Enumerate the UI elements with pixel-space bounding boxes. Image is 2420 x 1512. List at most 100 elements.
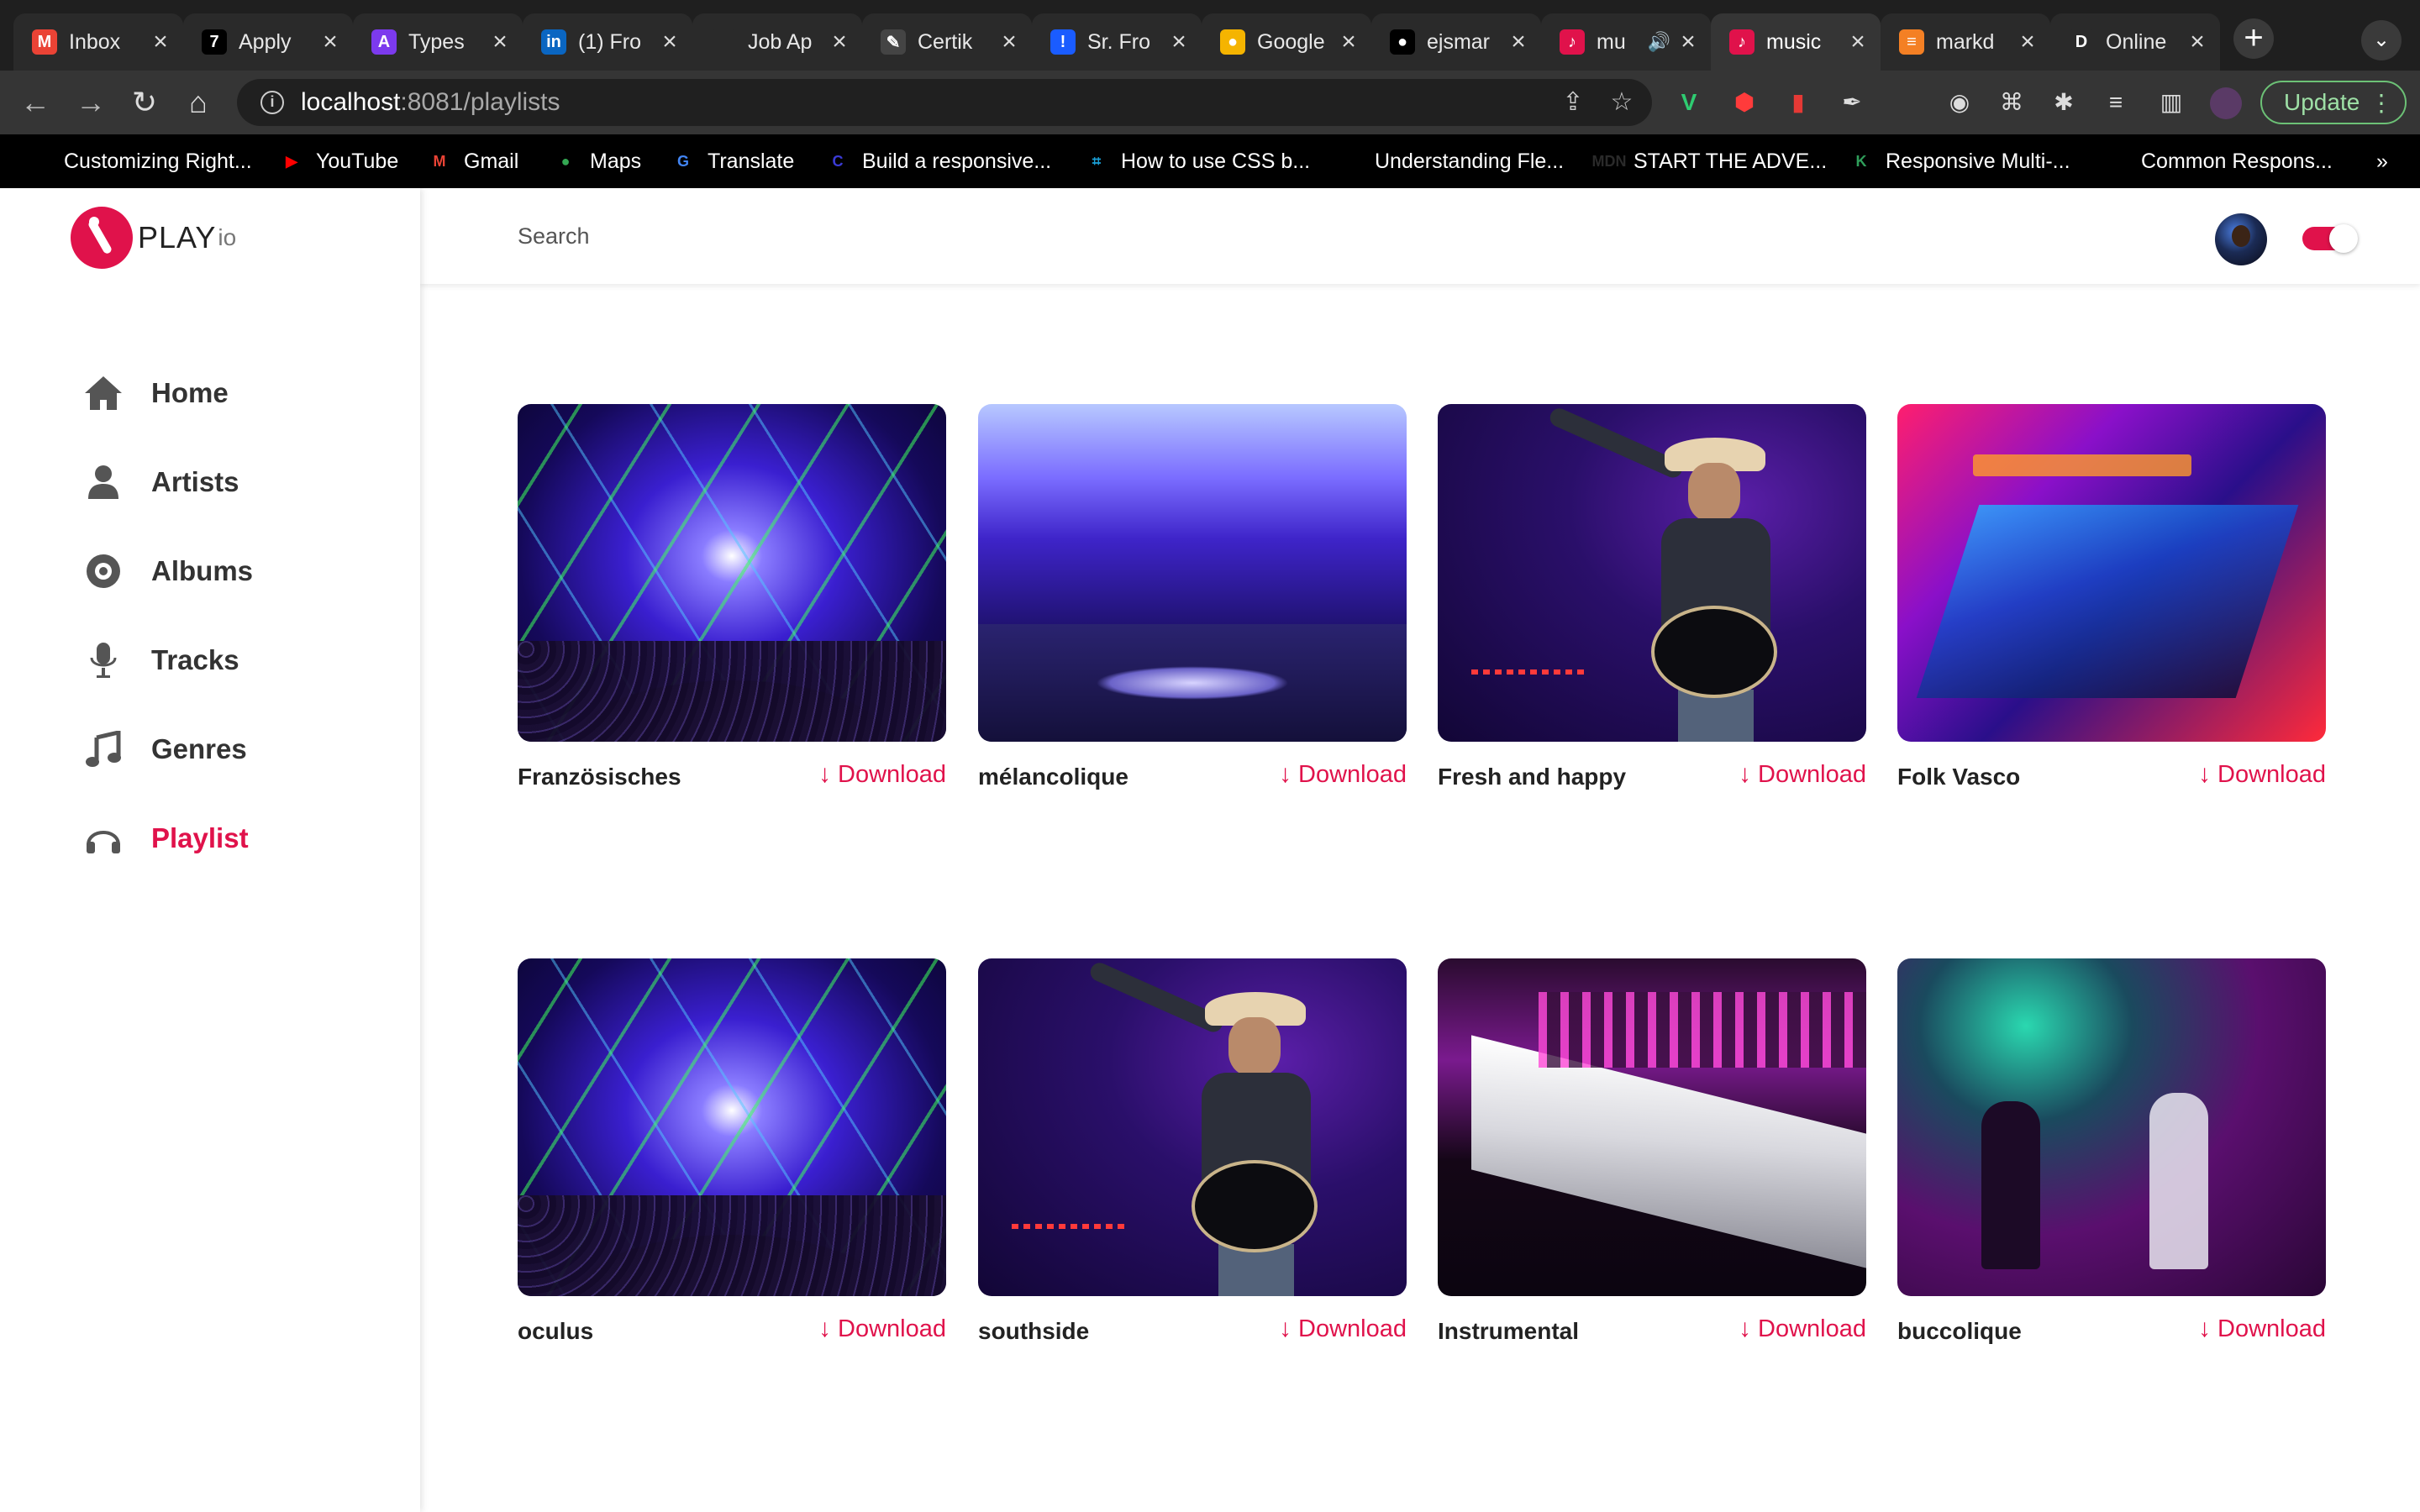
site-info-icon[interactable]: i: [260, 91, 284, 114]
playlist-cover-image[interactable]: [1897, 404, 2326, 742]
close-icon[interactable]: ×: [827, 28, 852, 56]
kebab-menu-icon[interactable]: ⋮: [2370, 89, 2393, 117]
browser-tab[interactable]: Job Ap ×: [692, 13, 862, 71]
browser-tab[interactable]: ✎ Certik ×: [862, 13, 1032, 71]
playlist-card[interactable]: mélancolique ↓ Download: [978, 404, 1407, 799]
download-button[interactable]: ↓ Download: [1279, 760, 1407, 789]
bookmark-star-icon[interactable]: ☆: [1607, 87, 1637, 118]
playlist-title[interactable]: Fresh and happy: [1438, 764, 1626, 790]
close-icon[interactable]: ×: [1845, 28, 1870, 56]
playlist-card[interactable]: southside ↓ Download: [978, 958, 1407, 1353]
bookmark-item[interactable]: K Responsive Multi-...: [1849, 146, 2070, 176]
sidebar-item-home[interactable]: Home: [81, 368, 229, 418]
close-icon[interactable]: ×: [1166, 28, 1192, 56]
browser-tab[interactable]: ♪ mu 🔊 ×: [1541, 13, 1711, 71]
playlist-title[interactable]: southside: [978, 1318, 1089, 1345]
sidebar-item-albums[interactable]: Albums: [81, 546, 253, 596]
bookmark-item[interactable]: M Gmail: [427, 146, 519, 176]
download-button[interactable]: ↓ Download: [1279, 1315, 1407, 1343]
extensions-puzzle-icon[interactable]: ✱: [2049, 87, 2079, 118]
bookmark-item[interactable]: M Understanding Fle...: [1338, 146, 1565, 176]
playlist-cover-image[interactable]: [518, 404, 946, 742]
browser-tab[interactable]: ♪ music ×: [1711, 13, 1881, 71]
playlist-title[interactable]: buccolique: [1897, 1318, 2022, 1345]
browser-tab[interactable]: D Online ×: [2050, 13, 2220, 71]
new-tab-button[interactable]: +: [2233, 18, 2274, 59]
playlist-title[interactable]: Instrumental: [1438, 1318, 1579, 1345]
playlist-card[interactable]: Französisches ↓ Download: [518, 404, 946, 799]
download-button[interactable]: ↓ Download: [2198, 760, 2326, 789]
close-icon[interactable]: ×: [1336, 28, 1361, 56]
browser-tab[interactable]: ≡ markd ×: [1881, 13, 2050, 71]
browser-update-button[interactable]: Update ⋮: [2260, 81, 2407, 124]
close-icon[interactable]: ×: [1506, 28, 1531, 56]
browser-tab[interactable]: in (1) Fro ×: [523, 13, 692, 71]
bookmark-item[interactable]: G Translate: [671, 146, 794, 176]
bookmark-item[interactable]: ● Maps: [553, 146, 642, 176]
playlist-cover-image[interactable]: [978, 404, 1407, 742]
playlist-card[interactable]: Fresh and happy ↓ Download: [1438, 404, 1866, 799]
playlist-cover-image[interactable]: [1438, 404, 1866, 742]
extension-pen-icon[interactable]: ✒: [1837, 87, 1867, 118]
browser-tab[interactable]: 7 Apply ×: [183, 13, 353, 71]
download-button[interactable]: ↓ Download: [1739, 1315, 1866, 1343]
close-icon[interactable]: ×: [487, 28, 513, 56]
bookmark-item[interactable]: C Build a responsive...: [825, 146, 1052, 176]
playlist-cover-image[interactable]: [1438, 958, 1866, 1296]
playlist-card[interactable]: oculus ↓ Download: [518, 958, 946, 1353]
forward-icon[interactable]: →: [71, 82, 111, 123]
app-logo[interactable]: PLAY io: [71, 207, 236, 269]
close-icon[interactable]: ×: [1676, 28, 1701, 56]
playlist-card[interactable]: Folk Vasco ↓ Download: [1897, 404, 2326, 799]
address-bar[interactable]: i localhost:8081/playlists ⇪ ☆: [237, 79, 1652, 126]
playlist-cover-image[interactable]: [518, 958, 946, 1296]
download-button[interactable]: ↓ Download: [818, 760, 946, 789]
search-input[interactable]: [518, 215, 1274, 257]
side-panel-icon[interactable]: ▥: [2156, 87, 2186, 118]
browser-tab[interactable]: A Types ×: [353, 13, 523, 71]
profile-avatar-icon[interactable]: [2210, 87, 2242, 119]
bookmarks-overflow-icon[interactable]: »: [2376, 146, 2388, 176]
share-icon[interactable]: ⇪: [1558, 87, 1588, 118]
browser-tab[interactable]: ! Sr. Fro ×: [1032, 13, 1202, 71]
bookmark-item[interactable]: MDN START THE ADVE...: [1592, 146, 1828, 176]
extension-code-icon[interactable]: ⌘: [1996, 87, 2027, 118]
close-icon[interactable]: ×: [997, 28, 1022, 56]
bookmark-item[interactable]: ⌗ How to use CSS b...: [1084, 146, 1310, 176]
playlist-title[interactable]: mélancolique: [978, 764, 1128, 790]
home-browser-icon[interactable]: ⌂: [178, 82, 218, 123]
back-icon[interactable]: ←: [15, 82, 55, 123]
bookmark-item[interactable]: Customizing Right...: [64, 146, 252, 176]
browser-tab[interactable]: ● Google ×: [1202, 13, 1371, 71]
close-icon[interactable]: ×: [2015, 28, 2040, 56]
download-button[interactable]: ↓ Download: [1739, 760, 1866, 789]
download-button[interactable]: ↓ Download: [2198, 1315, 2326, 1343]
avatar[interactable]: [2215, 213, 2267, 265]
playlist-cover-image[interactable]: [978, 958, 1407, 1296]
close-icon[interactable]: ×: [657, 28, 682, 56]
close-icon[interactable]: ×: [2185, 28, 2210, 56]
extension-v-icon[interactable]: V: [1674, 87, 1704, 118]
extension-pdf-icon[interactable]: ▮: [1783, 87, 1813, 118]
sidebar-item-genres[interactable]: Genres: [81, 724, 247, 774]
theme-toggle[interactable]: [2302, 224, 2358, 253]
browser-tab[interactable]: M Inbox ×: [13, 13, 183, 71]
extension-circle-icon[interactable]: ◉: [1944, 87, 1975, 118]
download-button[interactable]: ↓ Download: [818, 1315, 946, 1343]
sidebar-item-tracks[interactable]: Tracks: [81, 635, 239, 685]
playlist-title[interactable]: Folk Vasco: [1897, 764, 2020, 790]
bookmark-item[interactable]: ▶ YouTube: [279, 146, 398, 176]
playlist-title[interactable]: Französisches: [518, 764, 681, 790]
playlist-title[interactable]: oculus: [518, 1318, 593, 1345]
sidebar-item-artists[interactable]: Artists: [81, 457, 239, 507]
bookmark-item[interactable]: ●● Common Respons...: [2104, 146, 2333, 176]
extension-shield-icon[interactable]: ⬢: [1729, 87, 1760, 118]
tab-search-button[interactable]: ⌄: [2361, 20, 2402, 60]
playlist-card[interactable]: Instrumental ↓ Download: [1438, 958, 1866, 1353]
close-icon[interactable]: ×: [148, 28, 173, 56]
reading-list-icon[interactable]: ≡: [2101, 87, 2131, 118]
playlist-cover-image[interactable]: [1897, 958, 2326, 1296]
sidebar-item-playlist[interactable]: Playlist: [81, 813, 249, 864]
browser-tab[interactable]: ● ejsmar ×: [1371, 13, 1541, 71]
close-icon[interactable]: ×: [318, 28, 343, 56]
